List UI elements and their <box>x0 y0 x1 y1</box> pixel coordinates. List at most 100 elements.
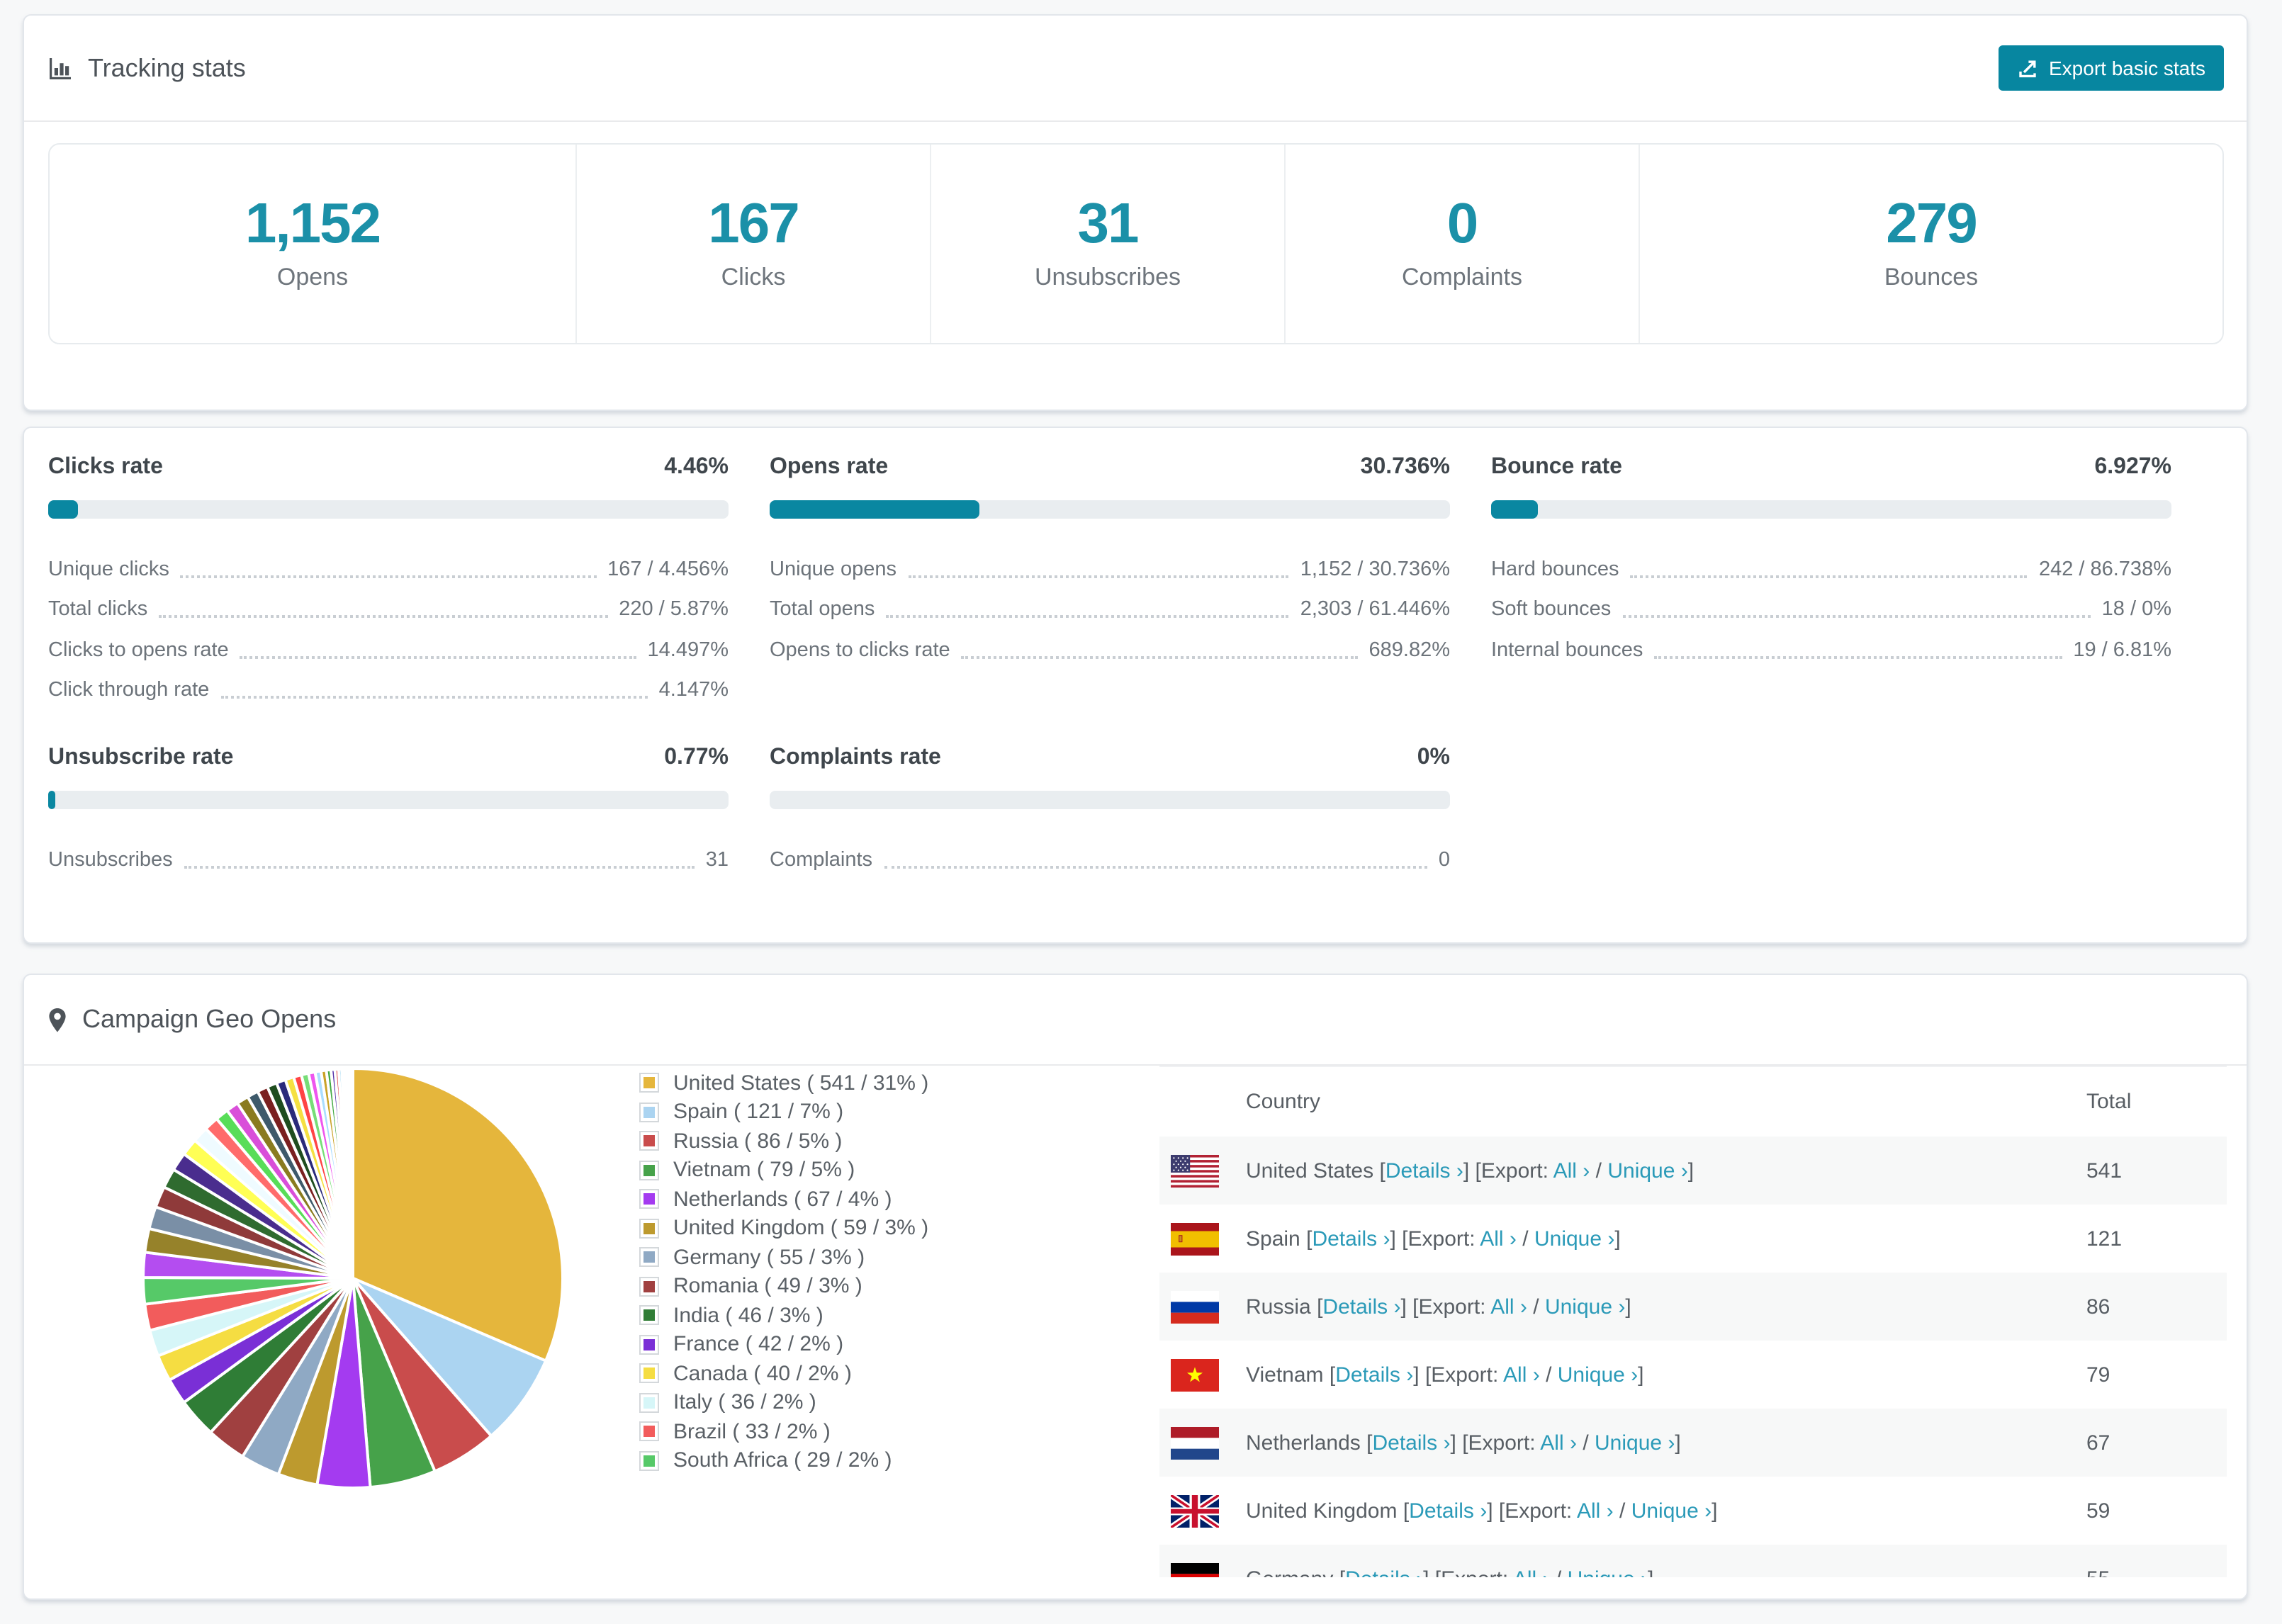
stat-cell-opens: 1,152 Opens <box>50 145 577 343</box>
legend-label: Germany ( 55 / 3% ) <box>673 1245 865 1270</box>
bounces-label: Bounces <box>1884 264 1979 291</box>
details-link[interactable]: Details › <box>1322 1295 1400 1319</box>
legend-label: Italy ( 36 / 2% ) <box>673 1390 816 1415</box>
complaints-rate-progress <box>770 791 1450 809</box>
progress-fill <box>1491 500 1539 519</box>
export-all-link[interactable]: All › <box>1540 1431 1577 1455</box>
stat-row-label: Click through rate <box>48 679 210 702</box>
export-all-link[interactable]: All › <box>1513 1567 1550 1577</box>
legend-swatch <box>639 1305 659 1326</box>
legend-label: Vietnam ( 79 / 5% ) <box>673 1158 855 1183</box>
legend-item: United States ( 541 / 31% ) <box>639 1068 928 1098</box>
details-link[interactable]: Details › <box>1372 1431 1450 1455</box>
country-name: Russia <box>1246 1295 1311 1319</box>
bracket: ] <box>1648 1567 1653 1577</box>
bracket: [ <box>1475 1158 1481 1183</box>
bracket: [ <box>1498 1499 1505 1523</box>
stat-row-label: Internal bounces <box>1491 638 1643 662</box>
export-unique-link[interactable]: Unique › <box>1558 1363 1638 1387</box>
legend-label: Romania ( 49 / 3% ) <box>673 1274 862 1299</box>
slash: / <box>1583 1431 1589 1455</box>
legend-label: Brazil ( 33 / 2% ) <box>673 1419 831 1444</box>
slash: / <box>1619 1499 1626 1523</box>
dotted-leader <box>1654 655 2062 658</box>
clicks-rate-progress <box>48 500 729 519</box>
country-column-header: Country <box>1246 1090 1321 1114</box>
table-row: Germany [Details ›] [Export: All › / Uni… <box>1159 1545 2227 1577</box>
es-flag-icon <box>1171 1222 1219 1255</box>
export-all-link[interactable]: All › <box>1577 1499 1614 1523</box>
legend-item: South Africa ( 29 / 2% ) <box>639 1446 928 1475</box>
export-all-link[interactable]: All › <box>1553 1158 1590 1183</box>
slash: / <box>1556 1567 1561 1577</box>
legend-item: United Kingdom ( 59 / 3% ) <box>639 1214 928 1243</box>
country-name: United States <box>1246 1158 1374 1183</box>
bar-chart-icon <box>50 57 71 79</box>
bracket: ] <box>1423 1567 1429 1577</box>
geo-pie-chart <box>141 1066 564 1489</box>
details-link[interactable]: Details › <box>1409 1499 1487 1523</box>
details-link[interactable]: Details › <box>1386 1158 1463 1183</box>
stat-row-label: Opens to clicks rate <box>770 638 950 662</box>
table-row: Russia [Details ›] [Export: All › / Uniq… <box>1159 1273 2227 1341</box>
clicks-count: 167 <box>708 193 799 255</box>
dotted-leader <box>886 615 1289 618</box>
bracket: ] <box>1463 1158 1470 1183</box>
tracking-dashboard: Tracking stats Export basic stats 1,152 … <box>0 0 2282 1624</box>
legend-item: Canada ( 40 / 2% ) <box>639 1359 928 1388</box>
stat-row: Unsubscribes 31 <box>48 832 729 872</box>
gb-flag-icon <box>1171 1494 1219 1527</box>
export-unique-link[interactable]: Unique › <box>1545 1295 1625 1319</box>
geo-table-header: Country Total <box>1159 1066 2227 1137</box>
tracking-stats-card: Tracking stats Export basic stats 1,152 … <box>23 14 2248 411</box>
unsubscribe-rate-title: Unsubscribe rate <box>48 745 234 769</box>
legend-item: Romania ( 49 / 3% ) <box>639 1272 928 1301</box>
stat-cell-complaints: 0 Complaints <box>1286 145 1640 343</box>
geo-opens-title: Campaign Geo Opens <box>82 1005 337 1033</box>
details-link[interactable]: Details › <box>1345 1567 1423 1577</box>
dotted-leader <box>240 655 636 658</box>
export-all-link[interactable]: All › <box>1503 1363 1540 1387</box>
export-unique-link[interactable]: Unique › <box>1568 1567 1648 1577</box>
stat-row: Unique opens 1,152 / 30.736% <box>770 541 1450 582</box>
details-link[interactable]: Details › <box>1312 1227 1390 1251</box>
country-total: 541 <box>2086 1158 2123 1183</box>
complaints-rate-block: Complaints rate 0% Complaints 0 <box>770 745 1450 872</box>
bracket: ] <box>1614 1227 1621 1251</box>
export-all-link[interactable]: All › <box>1490 1295 1527 1319</box>
stat-row-value: 31 <box>705 848 729 872</box>
stat-row: Hard bounces 242 / 86.738% <box>1491 541 2171 582</box>
export-unique-link[interactable]: Unique › <box>1595 1431 1675 1455</box>
legend-label: United States ( 541 / 31% ) <box>673 1071 929 1095</box>
unsubscribe-rate-block: Unsubscribe rate 0.77% Unsubscribes 31 <box>48 745 729 872</box>
bracket: [ <box>1435 1567 1441 1577</box>
bracket: ] <box>1413 1363 1420 1387</box>
pie-slice <box>350 1066 354 1280</box>
legend-swatch <box>639 1218 659 1239</box>
bracket: [ <box>1462 1431 1468 1455</box>
legend-label: Netherlands ( 67 / 4% ) <box>673 1187 892 1212</box>
clicks-rate-block: Clicks rate 4.46% Unique clicks 167 / 4.4… <box>48 455 729 703</box>
dotted-leader <box>961 655 1358 658</box>
stat-row-value: 2,303 / 61.446% <box>1300 598 1450 621</box>
details-link[interactable]: Details › <box>1335 1363 1413 1387</box>
dotted-leader <box>884 865 1427 868</box>
export-unique-link[interactable]: Unique › <box>1607 1158 1687 1183</box>
stats-summary-grid: 1,152 Opens 167 Clicks 31 Unsubscribes 0… <box>48 143 2224 344</box>
export-unique-link[interactable]: Unique › <box>1534 1227 1614 1251</box>
export-label: Export: <box>1418 1295 1486 1319</box>
legend-swatch <box>639 1392 659 1413</box>
country-cell: Netherlands [Details ›] [Export: All › /… <box>1246 1431 2075 1455</box>
legend-swatch <box>639 1276 659 1297</box>
export-unique-link[interactable]: Unique › <box>1631 1499 1712 1523</box>
export-basic-stats-button[interactable]: Export basic stats <box>1998 45 2224 91</box>
stat-row-label: Hard bounces <box>1491 558 1619 581</box>
stat-cell-unsubscribes: 31 Unsubscribes <box>931 145 1286 343</box>
country-name: Germany <box>1246 1567 1333 1577</box>
opens-rate-rows: Unique opens 1,152 / 30.736% Total opens 2,… <box>770 541 1450 662</box>
legend-label: Canada ( 40 / 2% ) <box>673 1361 852 1386</box>
bracket: ] <box>1712 1499 1718 1523</box>
opens-rate-value: 30.736% <box>1360 455 1450 479</box>
export-label: Export: <box>1441 1567 1508 1577</box>
export-all-link[interactable]: All › <box>1480 1227 1517 1251</box>
